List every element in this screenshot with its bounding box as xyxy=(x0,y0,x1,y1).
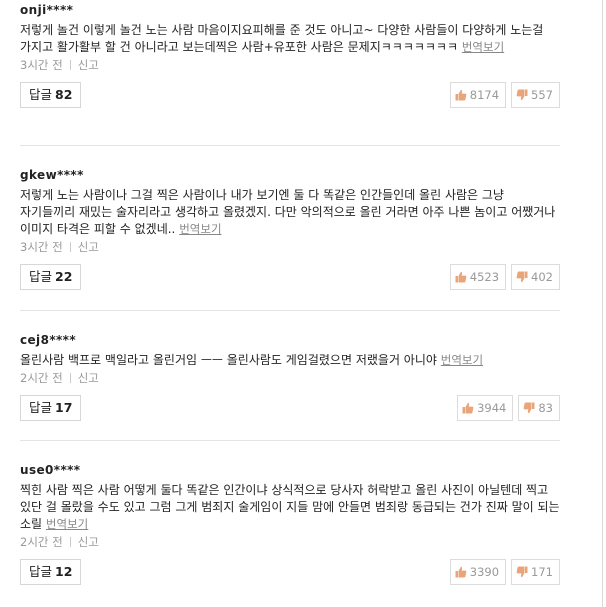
report-link[interactable]: 신고 xyxy=(78,240,99,254)
report-link[interactable]: 신고 xyxy=(78,535,99,549)
comment-meta: 3시간 전 신고 xyxy=(20,57,560,73)
thumbs-down-icon xyxy=(523,402,535,414)
reply-count: 17 xyxy=(55,400,73,415)
dislike-button[interactable]: 171 xyxy=(511,559,560,585)
comment-meta: 2시간 전 신고 xyxy=(20,534,560,550)
comment-text: 찍힌 사람 찍은 사람 어떻게 둘다 똑같은 인간이냐 상식적으로 당사자 허락… xyxy=(20,483,560,531)
reply-count: 12 xyxy=(55,564,73,579)
like-button[interactable]: 3390 xyxy=(449,559,507,585)
comment-time: 2시간 전 xyxy=(20,535,63,549)
like-button[interactable]: 3944 xyxy=(457,395,514,421)
comment-item: gkew**** 저렇게 노는 사람이나 그걸 찍은 사람이나 내가 보기엔 둘… xyxy=(20,167,560,290)
like-button[interactable]: 8174 xyxy=(449,82,507,108)
reply-button[interactable]: 답글 82 xyxy=(20,82,82,108)
comment-actions: 답글 82 8174 557 xyxy=(20,82,560,108)
thumbs-down-icon xyxy=(516,566,528,578)
report-link[interactable]: 신고 xyxy=(78,371,99,385)
like-count: 8174 xyxy=(469,88,500,102)
vote-group: 8174 557 xyxy=(445,82,560,108)
dislike-button[interactable]: 402 xyxy=(511,264,560,290)
comment-meta: 2시간 전 신고 xyxy=(20,370,560,386)
comment-text: 올린사람 백프로 맥일라고 올린거임 ㅡㅡ 올린사람도 게임걸렸으면 저랬을거 … xyxy=(20,353,484,367)
meta-separator xyxy=(69,242,71,252)
like-count: 4523 xyxy=(469,270,500,284)
thumbs-up-icon xyxy=(455,271,467,283)
thumbs-down-icon xyxy=(516,271,528,283)
vote-group: 3944 83 xyxy=(452,395,560,421)
meta-separator xyxy=(69,373,71,383)
comment-divider xyxy=(20,145,560,146)
comment-author[interactable]: onji**** xyxy=(20,2,560,18)
comment-divider xyxy=(20,310,560,311)
comment-list: onji**** 저렇게 놀건 이렇게 놀건 노는 사람 마음이지요피해를 준 … xyxy=(0,0,606,607)
reply-button[interactable]: 답글 17 xyxy=(20,395,82,421)
comment-author[interactable]: cej8**** xyxy=(20,332,560,348)
translate-link[interactable]: 번역보기 xyxy=(179,222,221,236)
dislike-count: 83 xyxy=(538,401,553,415)
translate-link[interactable]: 번역보기 xyxy=(46,517,88,531)
translate-link[interactable]: 번역보기 xyxy=(462,40,504,54)
dislike-count: 171 xyxy=(531,565,553,579)
comment-actions: 답글 22 4523 402 xyxy=(20,264,560,290)
like-count: 3944 xyxy=(477,401,507,415)
report-link[interactable]: 신고 xyxy=(78,58,99,72)
comment-item: use0**** 찍힌 사람 찍은 사람 어떻게 둘다 똑같은 인간이냐 상식적… xyxy=(20,462,560,585)
comment-text: 저렇게 놀건 이렇게 놀건 노는 사람 마음이지요피해를 준 것도 아니고~ 다… xyxy=(20,23,544,54)
dislike-count: 402 xyxy=(531,270,553,284)
thumbs-up-icon xyxy=(462,402,474,414)
dislike-button[interactable]: 83 xyxy=(518,395,560,421)
reply-count: 22 xyxy=(55,269,73,284)
comment-item: onji**** 저렇게 놀건 이렇게 놀건 노는 사람 마음이지요피해를 준 … xyxy=(20,2,560,108)
reply-button[interactable]: 답글 22 xyxy=(20,264,82,290)
vote-group: 4523 402 xyxy=(445,264,560,290)
like-count: 3390 xyxy=(469,565,500,579)
comment-time: 3시간 전 xyxy=(20,240,63,254)
comment-author[interactable]: gkew**** xyxy=(20,167,560,183)
comment-meta: 3시간 전 신고 xyxy=(20,239,560,255)
comment-item: cej8**** 올린사람 백프로 맥일라고 올린거임 ㅡㅡ 올린사람도 게임걸… xyxy=(20,332,560,421)
dislike-count: 557 xyxy=(531,88,553,102)
meta-separator xyxy=(69,60,71,70)
translate-link[interactable]: 번역보기 xyxy=(441,353,483,367)
meta-separator xyxy=(69,537,71,547)
like-button[interactable]: 4523 xyxy=(449,264,507,290)
comment-author[interactable]: use0**** xyxy=(20,462,560,478)
thumbs-up-icon xyxy=(455,566,467,578)
dislike-button[interactable]: 557 xyxy=(511,82,560,108)
comment-text: 저렇게 노는 사람이나 그걸 찍은 사람이나 내가 보기엔 둘 다 똑같은 인간… xyxy=(20,188,556,236)
thumbs-down-icon xyxy=(516,89,528,101)
comment-time: 3시간 전 xyxy=(20,58,63,72)
comment-actions: 답글 12 3390 171 xyxy=(20,559,560,585)
scroll-edge xyxy=(602,0,603,607)
reply-button[interactable]: 답글 12 xyxy=(20,559,82,585)
thumbs-up-icon xyxy=(455,89,467,101)
comment-time: 2시간 전 xyxy=(20,371,63,385)
vote-group: 3390 171 xyxy=(445,559,560,585)
reply-count: 82 xyxy=(55,87,73,102)
comment-actions: 답글 17 3944 83 xyxy=(20,395,560,421)
comment-divider xyxy=(20,440,560,441)
